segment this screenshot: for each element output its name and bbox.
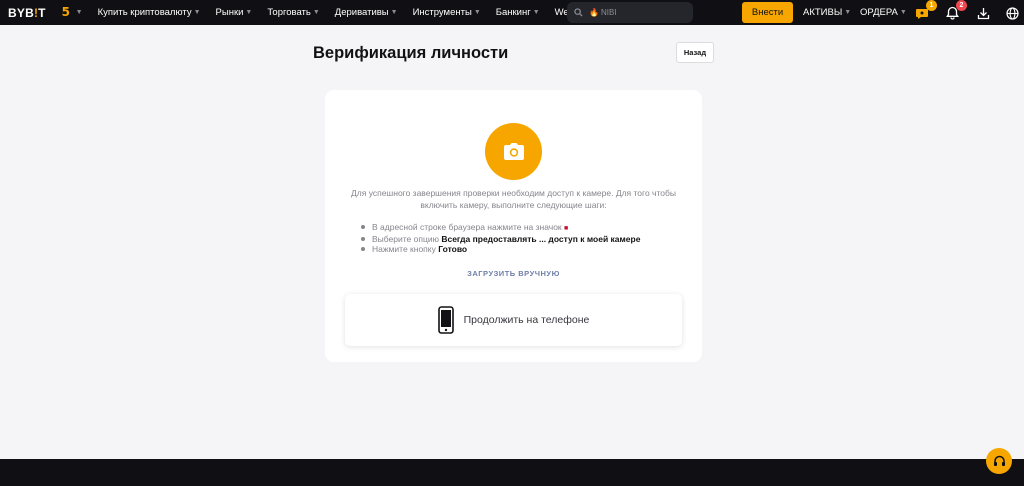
menu-label: Деривативы [334, 7, 389, 18]
chevron-down-icon: ▼ [899, 9, 907, 16]
step-item: В адресной строке браузера нажмите на зн… [360, 222, 640, 234]
camera-steps-list: В адресной строке браузера нажмите на зн… [360, 222, 641, 254]
step-item: Выберите опцию Всегда предоставлять ... … [360, 234, 641, 244]
menu-label: Инструменты [412, 7, 472, 18]
search-icon [574, 4, 583, 22]
fire-icon: 🔥 [589, 8, 599, 17]
chevron-down-icon: ▼ [844, 9, 852, 16]
menu-label: Торговать [267, 7, 311, 18]
page-title: Верификация личности [313, 44, 509, 62]
step-item: Нажмите кнопку Готово [360, 244, 640, 254]
chevron-down-icon: ▼ [312, 9, 320, 16]
menu-banking[interactable]: Банкинг ▼ [496, 7, 540, 18]
manual-upload-link[interactable]: ЗАГРУЗИТЬ ВРУЧНУЮ [325, 269, 702, 278]
chevron-down-icon: ▼ [193, 9, 201, 16]
step-bold-text: Всегда предоставлять ... доступ к моей к… [441, 234, 641, 244]
step-bold-text: Готово [438, 244, 468, 254]
step-text: В адресной строке браузера нажмите на зн… [372, 222, 562, 232]
chevron-down-icon: ▼ [473, 9, 481, 16]
smartphone-icon [437, 306, 454, 334]
back-button[interactable]: Назад [676, 42, 714, 63]
logo-text-prefix: BYB [8, 5, 34, 20]
camera-access-card: Для успешного завершения проверки необхо… [325, 90, 702, 362]
step-text: Нажмите кнопку [372, 244, 439, 254]
footer-bar [0, 459, 1024, 486]
menu-label: Рынки [215, 7, 244, 18]
bybit-logo[interactable]: BYB! T [8, 6, 46, 20]
support-headset-icon[interactable] [986, 448, 1012, 474]
camera-icon [485, 123, 542, 180]
orders-menu[interactable]: ОРДЕРА ▼ [860, 0, 907, 25]
camera-permission-icon: ■ [564, 225, 569, 232]
gift-icon[interactable]: 1 [913, 0, 937, 22]
chevron-down-icon: ▼ [75, 9, 83, 16]
chevron-down-icon: ▼ [390, 9, 398, 16]
menu-label: Банкинг [495, 7, 531, 18]
menu-derivatives[interactable]: Деривативы ▼ [335, 7, 398, 18]
chevron-down-icon: ▼ [532, 9, 540, 16]
notification-badge: 2 [956, 0, 967, 11]
main-menu: Купить криптовалюту ▼ Рынки ▼ Торговать ▼ Д… [86, 7, 589, 18]
search-input[interactable] [600, 8, 681, 17]
bell-icon[interactable]: 2 [943, 0, 967, 22]
continue-on-phone-label: Продолжить на телефоне [463, 314, 590, 326]
continue-on-phone-button[interactable]: Продолжить на телефоне [345, 294, 682, 346]
step-text: Выберите опцию [372, 234, 442, 244]
orders-label: ОРДЕРА [860, 7, 898, 18]
menu-trade[interactable]: Торговать ▼ [267, 7, 319, 18]
logo-text-suffix: T [38, 5, 46, 20]
globe-icon[interactable] [1003, 4, 1021, 22]
camera-description: Для успешного завершения проверки необхо… [351, 188, 676, 210]
menu-markets[interactable]: Рынки ▼ [216, 7, 253, 18]
top-navbar: BYB! T 5 ▼ Купить криптовалюту ▼ Рынки ▼ То… [0, 0, 1024, 25]
deposit-button[interactable]: Внести [742, 2, 793, 23]
anniversary-icon[interactable]: 5 [61, 4, 76, 19]
anniversary-number: 5 [61, 4, 71, 19]
download-icon[interactable] [974, 4, 992, 22]
assets-menu[interactable]: АКТИВЫ ▼ [803, 0, 851, 25]
menu-label: Купить криптовалюту [97, 7, 192, 18]
gift-badge: 1 [926, 0, 937, 11]
chevron-down-icon: ▼ [245, 9, 253, 16]
menu-buy-crypto[interactable]: Купить криптовалюту ▼ [98, 7, 201, 18]
assets-label: АКТИВЫ [803, 7, 843, 18]
menu-tools[interactable]: Инструменты ▼ [413, 7, 481, 18]
search-bar[interactable]: 🔥 [567, 2, 693, 23]
